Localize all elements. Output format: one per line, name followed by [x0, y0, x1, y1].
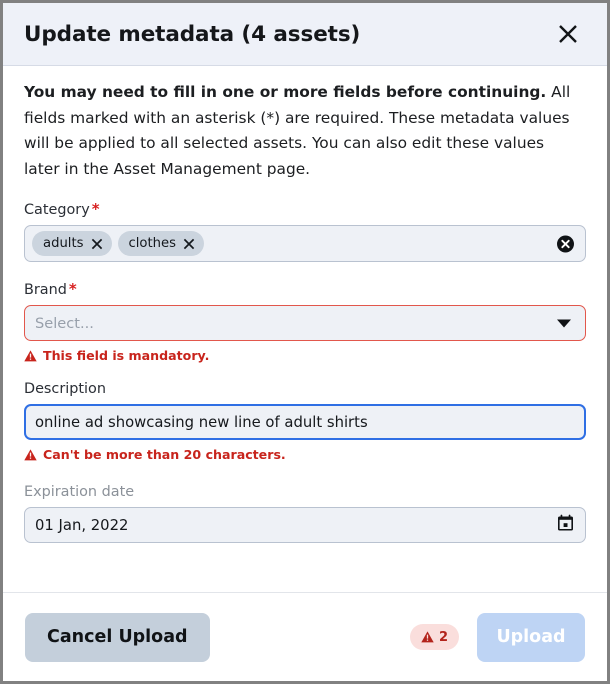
page-title: Update metadata (4 assets) [24, 21, 361, 47]
tag-chip[interactable]: adults [32, 231, 112, 256]
upload-button[interactable]: Upload [477, 612, 585, 662]
clear-all-button[interactable] [557, 235, 574, 252]
field-expiration-date: Expiration date 01 Jan, 2022 [24, 484, 586, 543]
tag-remove-button[interactable] [183, 238, 195, 250]
intro-text: You may need to fill in one or more fiel… [24, 80, 586, 182]
brand-select[interactable]: Select... [24, 305, 586, 341]
brand-error-text: This field is mandatory. [43, 348, 210, 363]
chevron-down-icon [557, 319, 571, 328]
warning-triangle-icon [24, 349, 37, 362]
cancel-upload-button[interactable]: Cancel Upload [25, 612, 210, 662]
field-brand: Brand * Select... This field is mandator… [24, 280, 586, 363]
warning-triangle-icon [24, 448, 37, 461]
brand-label-text: Brand [24, 282, 67, 298]
chevron-down-button[interactable] [556, 314, 572, 333]
dialog-body-scroll[interactable]: You may need to fill in one or more fiel… [3, 66, 607, 592]
required-asterisk: * [68, 280, 77, 298]
warning-triangle-icon [421, 631, 434, 643]
close-button[interactable] [551, 17, 585, 51]
brand-error-message: This field is mandatory. [24, 348, 586, 363]
required-asterisk: * [91, 200, 100, 218]
description-value: online ad showcasing new line of adult s… [35, 413, 368, 431]
category-label-text: Category [24, 202, 90, 218]
close-icon [183, 238, 195, 249]
category-label: Category * [24, 200, 586, 218]
expiration-date-input[interactable]: 01 Jan, 2022 [24, 507, 586, 543]
field-category: Category * adults clothes [24, 200, 586, 262]
category-input[interactable]: adults clothes [24, 225, 586, 262]
dialog-footer: Cancel Upload 2 Upload [3, 592, 607, 681]
calendar-button[interactable] [557, 514, 574, 536]
tag-label: clothes [128, 236, 177, 251]
update-metadata-dialog: Update metadata (4 assets) You may need … [0, 0, 610, 684]
description-input[interactable]: online ad showcasing new line of adult s… [24, 404, 586, 440]
close-icon [559, 25, 577, 43]
expiration-date-value: 01 Jan, 2022 [35, 516, 129, 534]
brand-label: Brand * [24, 280, 586, 298]
intro-bold: You may need to fill in one or more fiel… [24, 83, 547, 101]
clear-circle-icon [557, 235, 574, 252]
calendar-icon [558, 514, 573, 531]
expiration-date-label: Expiration date [24, 484, 135, 500]
tag-label: adults [43, 236, 84, 251]
description-error-text: Can't be more than 20 characters. [43, 447, 286, 462]
tag-chip[interactable]: clothes [117, 231, 205, 256]
brand-select-value: Select... [35, 314, 94, 332]
error-count-text: 2 [438, 629, 448, 645]
close-icon [91, 238, 102, 249]
description-label: Description [24, 381, 106, 397]
description-error-message: Can't be more than 20 characters. [24, 447, 586, 462]
field-description: Description online ad showcasing new lin… [24, 381, 586, 462]
error-count-badge: 2 [409, 624, 459, 650]
tag-remove-button[interactable] [91, 238, 103, 250]
dialog-header: Update metadata (4 assets) [3, 3, 607, 66]
